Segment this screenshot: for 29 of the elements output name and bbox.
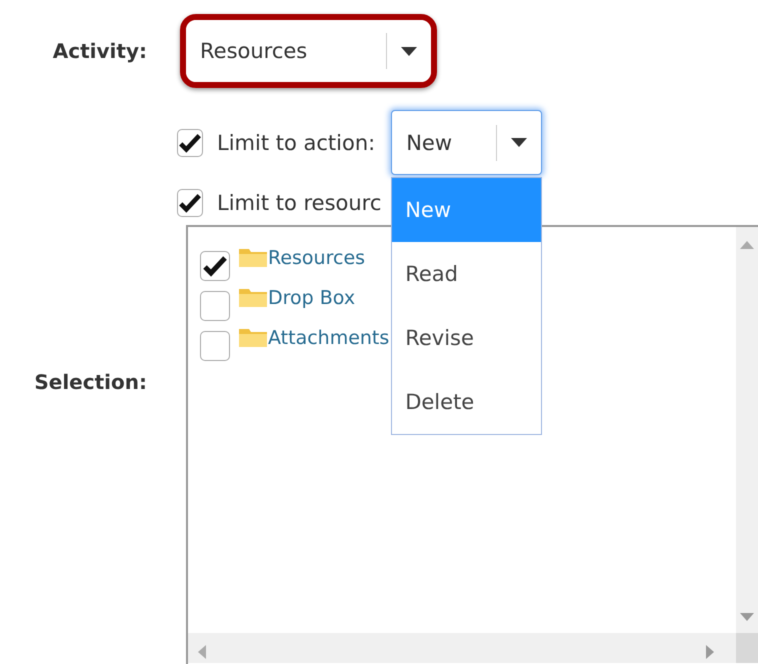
checkbox[interactable] <box>177 128 203 156</box>
dropdown-option[interactable]: Revise <box>392 306 542 370</box>
scrollbar-corner <box>736 633 758 663</box>
caret-icon <box>401 46 417 56</box>
activity-dropdown[interactable]: Resources <box>186 20 431 82</box>
right-arrow-icon[interactable] <box>706 645 714 659</box>
checkbox[interactable] <box>200 251 230 281</box>
activity-label: Activity: <box>52 39 147 63</box>
checkbox[interactable] <box>200 291 230 321</box>
dropdown-option[interactable]: Delete <box>392 370 542 434</box>
folder-icon <box>238 286 268 308</box>
checkbox[interactable] <box>200 331 230 361</box>
left-arrow-icon[interactable] <box>198 645 206 659</box>
folder-link[interactable]: Resources <box>268 247 366 269</box>
horizontal-scrollbar[interactable] <box>188 633 758 663</box>
vertical-scrollbar[interactable] <box>736 227 758 633</box>
folder-icon <box>238 326 268 348</box>
down-arrow-icon[interactable] <box>740 613 754 621</box>
folder-icon <box>238 246 268 268</box>
limit-resources-label: Limit to resourc <box>217 191 382 215</box>
checkbox[interactable] <box>177 189 203 217</box>
selection-label: Selection: <box>33 370 147 394</box>
limit-action-label: Limit to action: <box>217 130 376 154</box>
up-arrow-icon[interactable] <box>740 241 754 249</box>
action-dropdown[interactable]: New <box>391 110 542 175</box>
dropdown-option[interactable]: Read <box>392 242 542 306</box>
caret-icon <box>511 138 528 147</box>
folder-link[interactable]: Drop Box <box>268 287 356 309</box>
folder-link[interactable]: Attachments <box>268 327 390 349</box>
